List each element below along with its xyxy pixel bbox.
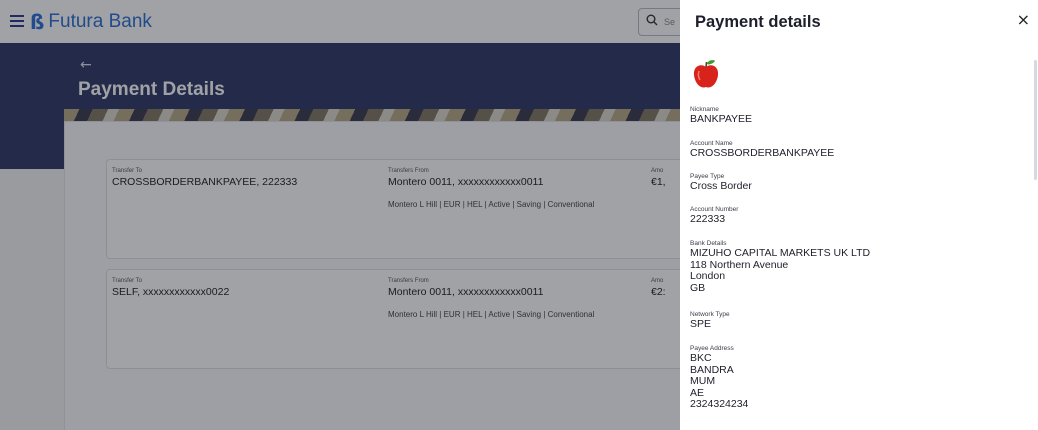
field-value: SPE [690, 318, 712, 330]
field-value-line: BKC [690, 352, 712, 364]
nickname-field: Nickname BANKPAYEE [690, 106, 752, 126]
field-value-line: MUM [690, 375, 716, 387]
field-value-line: London [690, 270, 726, 282]
account-number-field: Account Number 222333 [690, 206, 738, 226]
field-value: CROSSBORDERBANKPAYEE [690, 147, 835, 159]
field-value-line: MIZUHO CAPITAL MARKETS UK LTD [690, 247, 871, 259]
bank-details-field: Bank Details MIZUHO CAPITAL MARKETS UK L… [690, 240, 870, 294]
payee-type-field: Payee Type Cross Border [690, 173, 752, 193]
field-value: 222333 [690, 213, 726, 225]
apple-icon [693, 60, 719, 88]
panel-scrollbar[interactable] [1034, 60, 1037, 180]
field-value-line: 2324324234 [690, 398, 749, 410]
panel-title: Payment details [695, 13, 821, 31]
account-name-field: Account Name CROSSBORDERBANKPAYEE [690, 140, 834, 160]
field-value: Cross Border [690, 180, 752, 192]
payment-details-panel: Payment details × Nickname BANKPAYEE Acc… [680, 0, 1038, 430]
field-value: BANKPAYEE [690, 113, 753, 125]
payee-address-field: Payee Address BKC BANDRA MUM AE 23243242… [690, 345, 748, 411]
network-type-field: Network Type SPE [690, 311, 730, 331]
field-value-line: GB [690, 281, 706, 294]
close-icon[interactable]: × [1017, 10, 1030, 29]
